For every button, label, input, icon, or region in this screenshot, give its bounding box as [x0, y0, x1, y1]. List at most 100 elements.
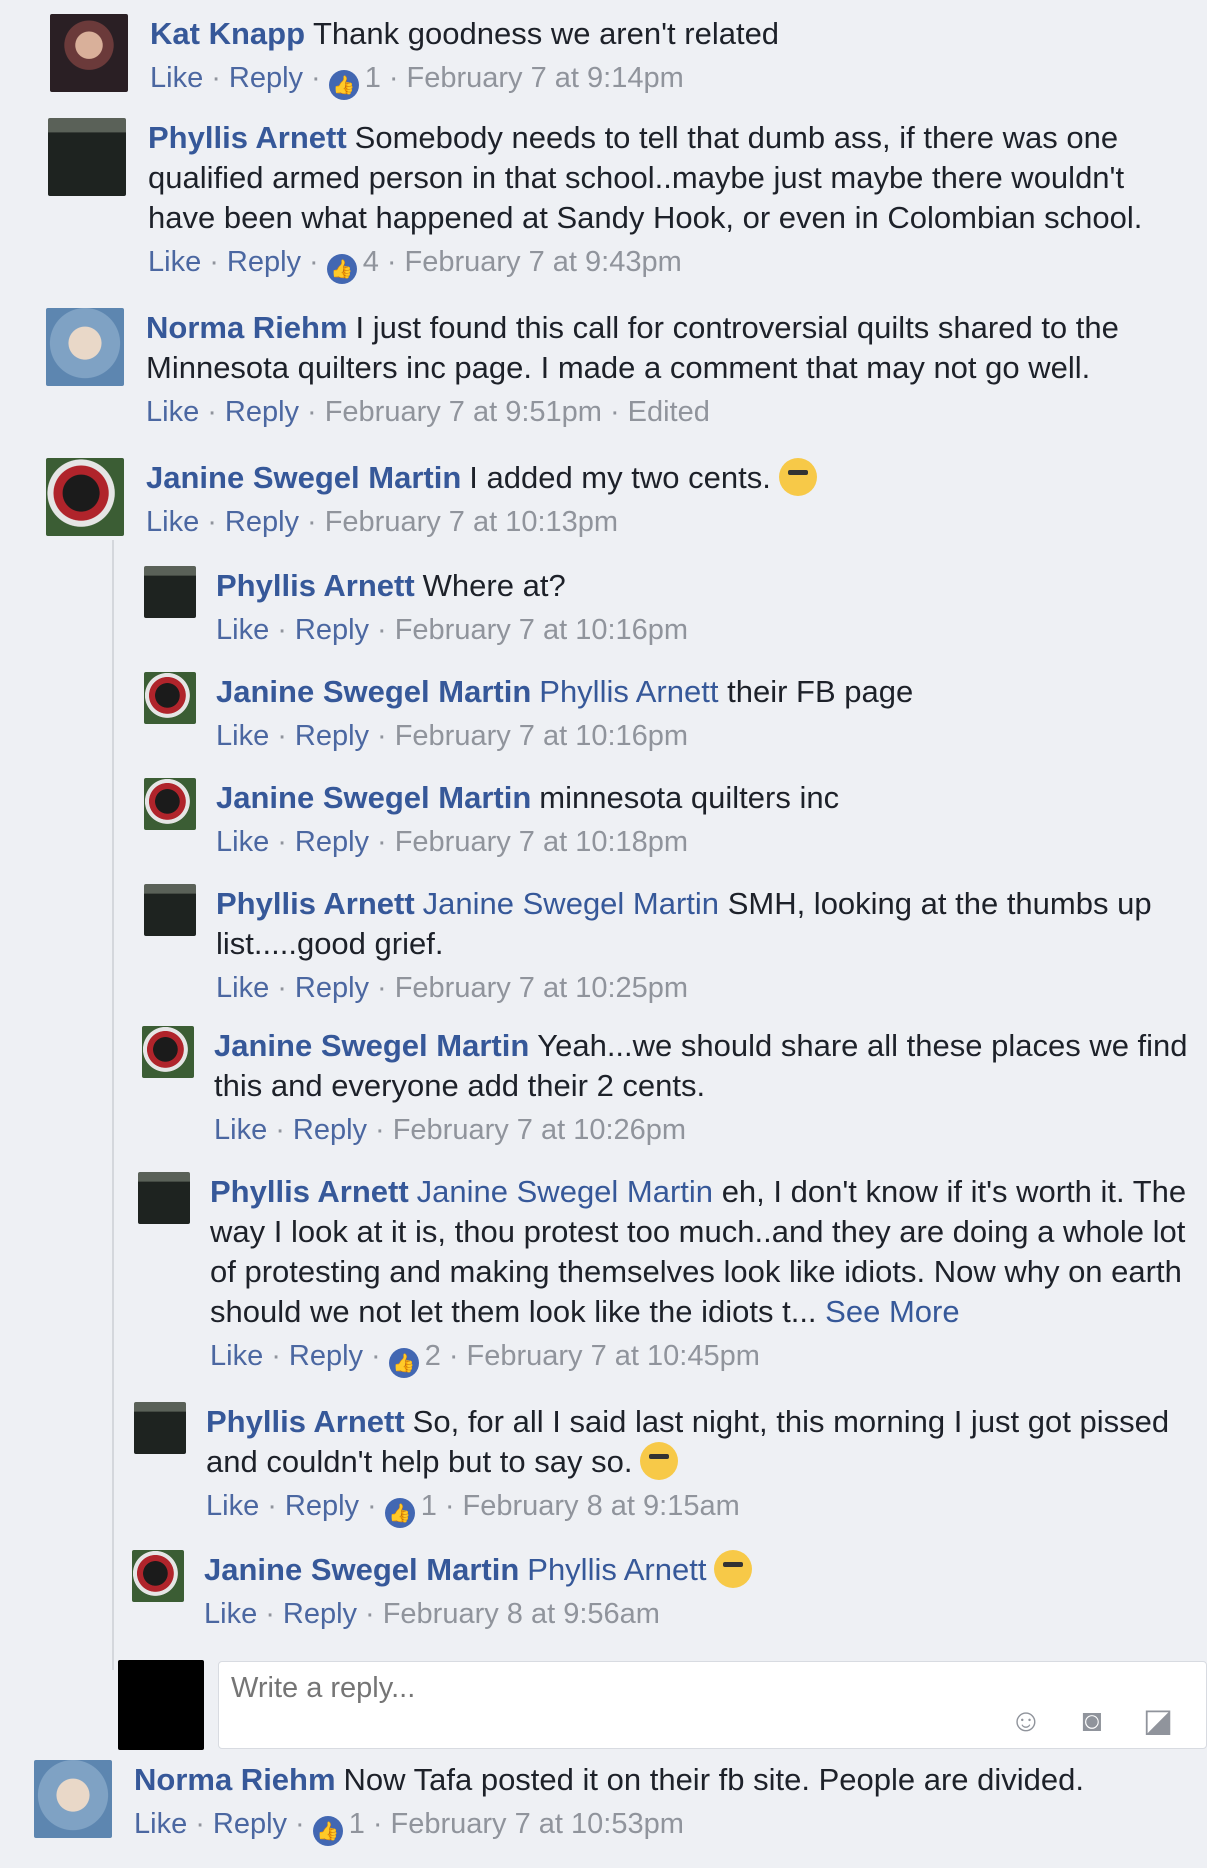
- timestamp[interactable]: February 7 at 9:51pm: [325, 396, 602, 428]
- like-button[interactable]: Like: [214, 1114, 267, 1146]
- reply-button[interactable]: Reply: [229, 62, 303, 94]
- comment-author[interactable]: Janine Swegel Martin: [216, 674, 531, 709]
- avatar[interactable]: [132, 1550, 184, 1602]
- see-more-link[interactable]: See More: [825, 1294, 959, 1329]
- like-button[interactable]: Like: [216, 972, 269, 1004]
- like-button[interactable]: Like: [210, 1340, 263, 1372]
- like-count[interactable]: 👍 1: [328, 62, 381, 100]
- timestamp[interactable]: February 7 at 9:14pm: [407, 62, 684, 94]
- mention-link[interactable]: Phyllis Arnett: [527, 1552, 706, 1587]
- reply-button[interactable]: Reply: [295, 614, 369, 646]
- reply-button[interactable]: Reply: [295, 720, 369, 752]
- avatar[interactable]: [144, 566, 196, 618]
- timestamp[interactable]: February 7 at 10:16pm: [395, 614, 688, 646]
- like-button[interactable]: Like: [148, 246, 201, 278]
- comment-author[interactable]: Norma Riehm: [146, 310, 348, 345]
- like-button[interactable]: Like: [146, 506, 199, 538]
- mention-link[interactable]: Janine Swegel Martin: [423, 886, 719, 921]
- comment: Janine Swegel Martin I added my two cents…: [46, 458, 1196, 542]
- reply-button[interactable]: Reply: [225, 506, 299, 538]
- comment-text: Now Tafa posted it on their fb site. Peo…: [343, 1762, 1084, 1797]
- reply-button[interactable]: Reply: [289, 1340, 363, 1372]
- thumbs-up-icon: 👍: [328, 70, 359, 100]
- like-count[interactable]: 👍 1: [384, 1490, 437, 1528]
- avatar[interactable]: [142, 1026, 194, 1078]
- comment: Norma Riehm Now Tafa posted it on their f…: [34, 1760, 1200, 1846]
- reply: Phyllis Arnett Where at? Like · Reply · Febru…: [144, 566, 1194, 650]
- comment-body: Phyllis Arnett Janine Swegel Martin SMH, …: [216, 884, 1194, 1008]
- avatar[interactable]: [48, 118, 126, 196]
- like-button[interactable]: Like: [216, 826, 269, 858]
- comment-author[interactable]: Janine Swegel Martin: [216, 780, 531, 815]
- comment-author[interactable]: Phyllis Arnett: [216, 568, 415, 603]
- comment-actions: Like · Reply · February 7 at 10:18pm: [216, 826, 689, 858]
- timestamp[interactable]: February 7 at 9:43pm: [405, 246, 682, 278]
- reply-button[interactable]: Reply: [213, 1808, 287, 1840]
- timestamp[interactable]: February 8 at 9:15am: [463, 1490, 740, 1522]
- comment-body: Kat Knapp Thank goodness we aren't relate…: [150, 14, 1200, 100]
- comment-thread: Kat Knapp Thank goodness we aren't relate…: [0, 0, 1207, 1868]
- timestamp[interactable]: February 7 at 10:25pm: [395, 972, 688, 1004]
- reply-button[interactable]: Reply: [225, 396, 299, 428]
- comment-text: minnesota quilters inc: [539, 780, 840, 815]
- timestamp[interactable]: February 7 at 10:53pm: [391, 1808, 684, 1840]
- avatar[interactable]: [144, 672, 196, 724]
- avatar[interactable]: [134, 1402, 186, 1454]
- comment-author[interactable]: Phyllis Arnett: [206, 1404, 405, 1439]
- emoji-icon[interactable]: ☺: [1006, 1700, 1046, 1740]
- comment-author[interactable]: Phyllis Arnett: [216, 886, 415, 921]
- comment-author[interactable]: Kat Knapp: [150, 16, 305, 51]
- edited-label[interactable]: Edited: [628, 396, 710, 428]
- reply-button[interactable]: Reply: [283, 1598, 357, 1630]
- comment-actions: Like · Reply · 👍 4 · February 7 at 9:43pm: [148, 242, 1198, 284]
- like-count[interactable]: 👍 4: [326, 246, 379, 284]
- avatar[interactable]: [50, 14, 128, 92]
- timestamp[interactable]: February 7 at 10:16pm: [395, 720, 688, 752]
- comment-author[interactable]: Janine Swegel Martin: [146, 460, 461, 495]
- timestamp[interactable]: February 7 at 10:13pm: [325, 506, 618, 538]
- camera-icon[interactable]: ◙: [1072, 1700, 1112, 1740]
- reply: Phyllis Arnett So, for all I said last ni…: [134, 1402, 1200, 1528]
- like-count[interactable]: 👍 2: [388, 1340, 441, 1378]
- thumbs-up-icon: 👍: [312, 1816, 343, 1846]
- comment-author[interactable]: Phyllis Arnett: [210, 1174, 409, 1209]
- avatar[interactable]: [46, 458, 124, 536]
- reply-button[interactable]: Reply: [227, 246, 301, 278]
- reply-button[interactable]: Reply: [295, 826, 369, 858]
- like-count[interactable]: 👍 1: [312, 1808, 365, 1846]
- like-button[interactable]: Like: [216, 720, 269, 752]
- avatar[interactable]: [138, 1172, 190, 1224]
- sticker-icon[interactable]: ◪: [1138, 1700, 1178, 1740]
- comment-author[interactable]: Phyllis Arnett: [148, 120, 347, 155]
- timestamp[interactable]: February 7 at 10:18pm: [395, 826, 688, 858]
- mention-link[interactable]: Janine Swegel Martin: [417, 1174, 713, 1209]
- comment-author[interactable]: Janine Swegel Martin: [214, 1028, 529, 1063]
- like-button[interactable]: Like: [204, 1598, 257, 1630]
- comment-body: Phyllis Arnett Somebody needs to tell tha…: [148, 118, 1198, 284]
- reply-input[interactable]: [219, 1662, 843, 1715]
- like-button[interactable]: Like: [206, 1490, 259, 1522]
- comment-author[interactable]: Janine Swegel Martin: [204, 1552, 519, 1587]
- reply-button[interactable]: Reply: [285, 1490, 359, 1522]
- avatar[interactable]: [144, 884, 196, 936]
- reply-button[interactable]: Reply: [295, 972, 369, 1004]
- avatar[interactable]: [34, 1760, 112, 1838]
- like-button[interactable]: Like: [150, 62, 203, 94]
- avatar[interactable]: [144, 778, 196, 830]
- reply-button[interactable]: Reply: [293, 1114, 367, 1146]
- timestamp[interactable]: February 7 at 10:26pm: [393, 1114, 686, 1146]
- comment-actions: Like · Reply · 👍 1 · February 7 at 10:53pm: [134, 1804, 1200, 1846]
- like-button[interactable]: Like: [216, 614, 269, 646]
- timestamp[interactable]: February 8 at 9:56am: [383, 1598, 660, 1630]
- mention-link[interactable]: Phyllis Arnett: [539, 674, 718, 709]
- comment-body: Janine Swegel Martin Yeah...we should sha…: [214, 1026, 1192, 1150]
- timestamp[interactable]: February 7 at 10:45pm: [467, 1340, 760, 1372]
- comment-author[interactable]: Norma Riehm: [134, 1762, 336, 1797]
- like-button[interactable]: Like: [134, 1808, 187, 1840]
- comment-actions: Like · Reply · February 7 at 9:51pm · Edited: [146, 396, 710, 428]
- avatar[interactable]: [46, 308, 124, 386]
- like-button[interactable]: Like: [146, 396, 199, 428]
- reply-input-box[interactable]: ☺ ◙ ◪: [218, 1661, 1207, 1749]
- comment-body: Janine Swegel Martin Phyllis Arnett their…: [216, 672, 1194, 756]
- comment-body: Norma Riehm I just found this call for co…: [146, 308, 1196, 432]
